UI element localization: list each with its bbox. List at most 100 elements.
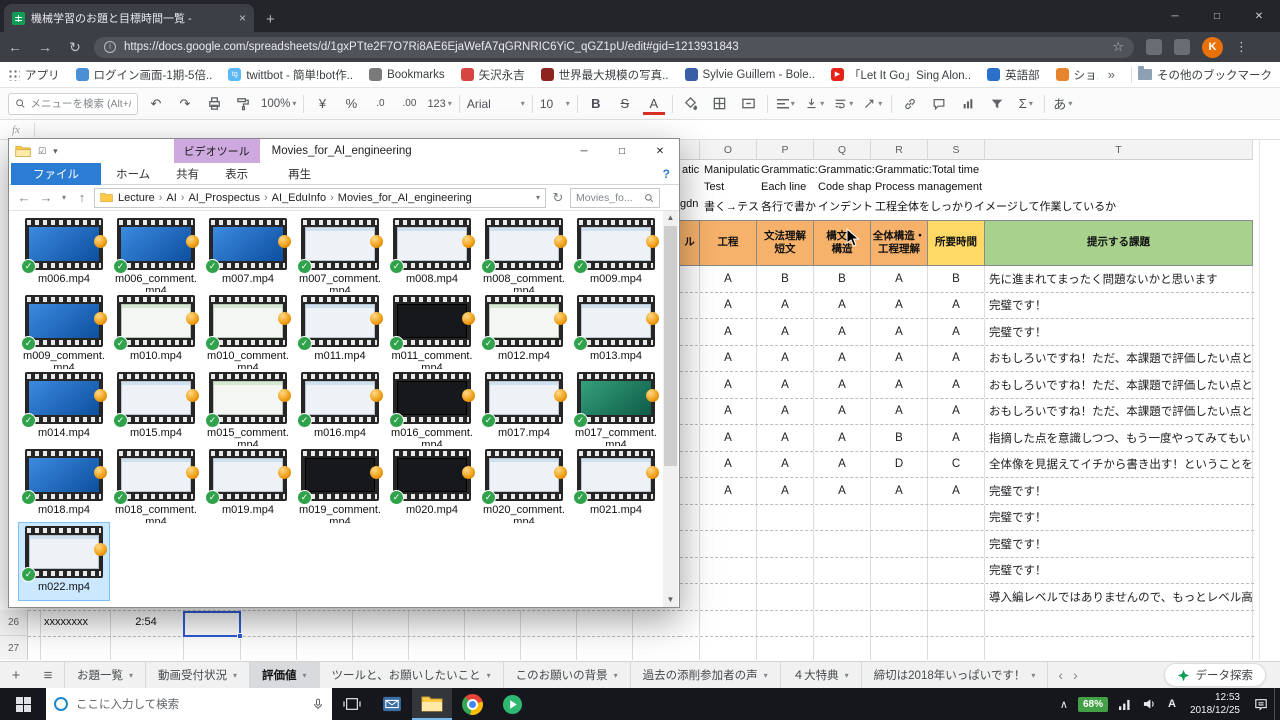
cell[interactable]: A [757, 346, 814, 372]
bookmark-item[interactable]: tgtwittbot - 簡単!bot作.. [228, 67, 353, 83]
cell[interactable]: A [928, 478, 985, 504]
file-item[interactable]: ✓m020_comment.mp4 [479, 446, 569, 523]
cell[interactable]: A [700, 372, 757, 398]
ribbon-tab[interactable]: 再生 [275, 163, 324, 184]
cell[interactable]: A [814, 319, 871, 345]
file-item[interactable]: ✓m009.mp4 [571, 215, 661, 292]
cell[interactable]: 全体像を見据えてイチから書き出す！ということをくり返 [985, 452, 1253, 478]
cell[interactable]: A [871, 399, 928, 425]
sheet-tab[interactable]: 動画受付状況▾ [146, 662, 250, 688]
cell[interactable]: 指摘した点を意識しつつ、もう一度やってみてもいいかも [985, 425, 1253, 451]
number-format-select[interactable]: 123▾ [427, 92, 451, 116]
redo-button[interactable]: ↷ [174, 92, 196, 116]
cell[interactable]: A [700, 319, 757, 345]
paint-format-button[interactable] [232, 92, 254, 116]
cell[interactable]: 完璧です！ [985, 531, 1253, 557]
cell[interactable]: おもしろいですね！ただ、本課題で評価したい点と無関 [985, 372, 1253, 398]
cell[interactable] [700, 637, 757, 660]
explorer-minimize-button[interactable]: ─ [565, 139, 603, 163]
cell[interactable] [700, 611, 757, 637]
cell[interactable]: B [871, 425, 928, 451]
file-item[interactable]: ✓m010_comment.mp4 [203, 292, 293, 369]
file-item[interactable]: ✓m011_comment.mp4 [387, 292, 477, 369]
cell[interactable] [814, 505, 871, 531]
camtasia-icon[interactable] [492, 688, 532, 720]
file-item[interactable]: ✓m007_comment.mp4 [295, 215, 385, 292]
cell[interactable] [871, 531, 928, 557]
help-icon[interactable]: ? [663, 167, 670, 181]
cell[interactable]: C [928, 452, 985, 478]
bookmark-item[interactable]: アプリ [8, 67, 60, 83]
cell[interactable] [757, 531, 814, 557]
file-item[interactable]: ✓m009_comment.mp4 [19, 292, 109, 369]
horizontal-align-select[interactable]: ▾ [775, 92, 797, 116]
fill-handle[interactable] [237, 633, 243, 639]
scroll-right-icon[interactable]: › [1073, 667, 1078, 683]
cell[interactable] [757, 558, 814, 584]
back-icon[interactable]: ← [0, 39, 30, 55]
cell[interactable]: A [928, 425, 985, 451]
file-item[interactable]: ✓m020.mp4 [387, 446, 477, 523]
scrollbar-thumb[interactable] [664, 226, 677, 466]
scrollbar[interactable]: ▲ ▼ [663, 211, 678, 607]
cell[interactable]: A [814, 346, 871, 372]
cell[interactable] [757, 505, 814, 531]
bookmark-item[interactable]: 矢沢永吉 [461, 67, 525, 83]
borders-button[interactable] [709, 92, 731, 116]
fill-color-button[interactable] [680, 92, 702, 116]
quick-access-dropdown-icon[interactable]: ▾ [53, 146, 58, 157]
cell[interactable]: A [814, 452, 871, 478]
cell[interactable]: A [871, 266, 928, 292]
input-tools-button[interactable]: あ▾ [1052, 92, 1074, 116]
cell[interactable]: A [928, 346, 985, 372]
breadcrumb-item[interactable]: AI_Prospectus [186, 192, 262, 204]
file-item[interactable]: ✓m018.mp4 [19, 446, 109, 523]
scroll-left-icon[interactable]: ‹ [1058, 667, 1063, 683]
cell[interactable] [700, 505, 757, 531]
taskbar-search-input[interactable]: ここに入力して検索 [46, 688, 332, 720]
column-header[interactable]: O [700, 140, 757, 160]
cell[interactable]: A [814, 425, 871, 451]
file-item[interactable]: ✓m017.mp4 [479, 369, 569, 446]
sheet-tab[interactable]: 過去の添削参加者の声▾ [631, 662, 781, 688]
breadcrumb-item[interactable]: AI [164, 192, 178, 204]
cell[interactable] [814, 584, 871, 610]
sheet-tab[interactable]: ４大特典▾ [781, 662, 862, 688]
text-wrap-select[interactable]: ▾ [833, 92, 855, 116]
bookmark-item[interactable]: ▶「Let It Go」Sing Alon.. [831, 67, 971, 83]
cell[interactable] [680, 399, 700, 425]
tray-expand-icon[interactable]: ∧ [1054, 688, 1074, 720]
merge-cells-button[interactable] [738, 92, 760, 116]
cell[interactable]: B [757, 266, 814, 292]
file-item[interactable]: ✓m013.mp4 [571, 292, 661, 369]
browser-menu-icon[interactable]: ⋮ [1223, 39, 1260, 55]
sheet-tab[interactable]: このお願いの背景▾ [504, 662, 631, 688]
cell[interactable] [928, 531, 985, 557]
explore-button[interactable]: データ探索 [1164, 663, 1267, 687]
menu-search-input[interactable]: メニューを検索 (Alt+/) [8, 93, 138, 115]
bookmark-item[interactable]: ショルダーバッグ コーヒ.. [1056, 67, 1098, 83]
bookmarks-overflow-icon[interactable]: » [1098, 67, 1125, 82]
cell[interactable] [680, 584, 700, 610]
cell[interactable]: A [871, 293, 928, 319]
cell[interactable]: 完璧です！ [985, 505, 1253, 531]
cell[interactable] [680, 478, 700, 504]
file-item[interactable]: ✓m008.mp4 [387, 215, 477, 292]
cell[interactable]: A [757, 399, 814, 425]
file-item[interactable]: ✓m019_comment.mp4 [295, 446, 385, 523]
bookmark-item[interactable]: Sylvie Guillem - Bole.. [685, 68, 815, 81]
cell[interactable]: 完璧です！ [985, 319, 1253, 345]
page-info-icon[interactable]: i [104, 41, 116, 53]
cell[interactable]: B [928, 266, 985, 292]
breadcrumb-item[interactable]: AI_EduInfo [270, 192, 328, 204]
cell[interactable]: A [814, 399, 871, 425]
cell[interactable] [700, 584, 757, 610]
microphone-icon[interactable] [312, 697, 324, 711]
cell[interactable]: A [928, 399, 985, 425]
ribbon-tab[interactable]: 共有 [163, 163, 212, 184]
file-item[interactable]: ✓m006.mp4 [19, 215, 109, 292]
file-item[interactable]: ✓m016_comment.mp4 [387, 369, 477, 446]
add-sheet-button[interactable]: + [0, 662, 32, 688]
cell[interactable]: A [757, 319, 814, 345]
cell[interactable]: A [700, 399, 757, 425]
